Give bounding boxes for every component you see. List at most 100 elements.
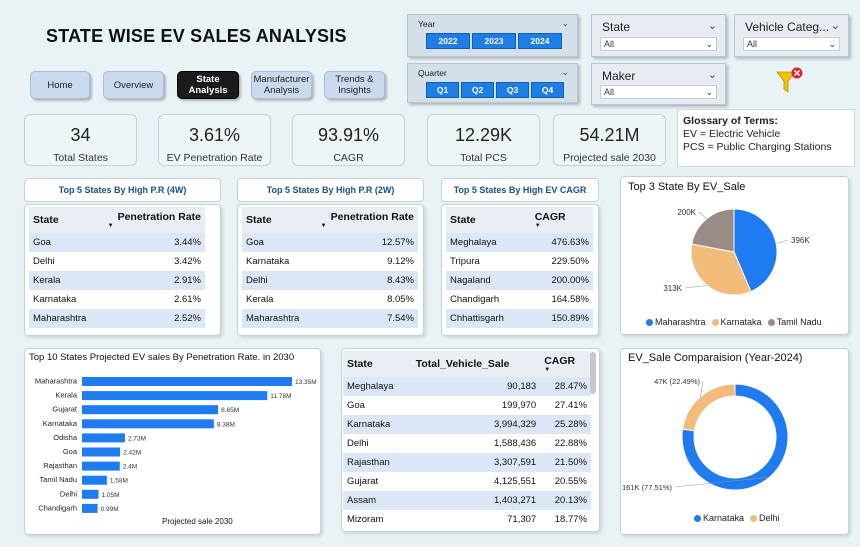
table-row[interactable]: Nagaland 200.00% (446, 271, 593, 290)
bar-kerala[interactable] (82, 391, 268, 401)
table-row[interactable]: Meghalaya 90,183 28.47% (343, 377, 591, 396)
bar-chandigarh[interactable] (82, 503, 98, 513)
table-header-sorted[interactable]: Penetration Rate ▼ (312, 207, 418, 233)
table-header[interactable]: State (343, 351, 412, 377)
chevron-down-icon[interactable]: ⌄ (708, 19, 717, 32)
year-option-2023[interactable]: 2023 (472, 33, 516, 49)
table-header-label: CAGR (534, 211, 566, 223)
nav-manufacturer-analysis-button[interactable]: Manufacturer Analysis (251, 71, 312, 99)
legend-item-maharashtra[interactable]: Maharashtra (646, 317, 706, 327)
table-scrollbar[interactable] (590, 352, 596, 394)
table-row[interactable]: Delhi 1,588,436 22.88% (343, 434, 591, 453)
year-option-2024[interactable]: 2024 (518, 33, 562, 49)
table-row[interactable]: Delhi 8.43% (242, 271, 418, 290)
donut-slice-delhi[interactable] (682, 383, 736, 432)
state-dropdown-field[interactable]: All ⌄ (600, 37, 717, 51)
table-row[interactable]: Assam 1,403,271 20.13% (343, 491, 591, 510)
bar-gujarat[interactable] (82, 405, 219, 415)
table-row[interactable]: Meghalaya 476.63% (446, 233, 593, 252)
state-dropdown[interactable]: State ⌄ All ⌄ (591, 14, 726, 57)
quarter-option-q4[interactable]: Q4 (531, 82, 564, 98)
nav-state-analysis-button[interactable]: State Analysis (177, 71, 239, 99)
top3-pie-chart[interactable]: 396K 313K 200K (620, 195, 849, 313)
table-header-sorted[interactable]: CAGR ▼ (540, 351, 591, 377)
chevron-down-icon[interactable]: ⌄ (561, 18, 569, 29)
table-row[interactable]: Chhattisgarh 150.89% (446, 309, 593, 328)
table-row[interactable]: Karnataka 9.12% (242, 252, 418, 271)
table-row[interactable]: Kerala 2.91% (29, 271, 205, 290)
state-dropdown-value: All (604, 39, 615, 49)
legend-item-tamil-nadu[interactable]: Tamil Nadu (767, 317, 822, 327)
sort-arrow-icon: ▼ (107, 223, 114, 229)
nav-overview-button[interactable]: Overview (103, 71, 164, 99)
table-row[interactable]: Tripura 229.50% (446, 252, 593, 271)
bar-category-label: Goa (63, 447, 78, 456)
page-title: STATE WISE EV SALES ANALYSIS (46, 26, 347, 46)
table-row[interactable]: Karnataka 3,994,329 25.28% (343, 415, 591, 434)
table-header-sorted[interactable]: CAGR ▼ (530, 207, 593, 233)
table-row[interactable]: Chandigarh 164.58% (446, 290, 593, 309)
table-header[interactable]: State (242, 207, 313, 233)
table-row[interactable]: Kerala 8.05% (242, 290, 418, 309)
bar-category-label: Odisha (53, 433, 78, 442)
table-header[interactable]: State (446, 207, 531, 233)
cell-state: Goa (242, 233, 313, 252)
pie-data-label: 313K (663, 284, 682, 293)
table-row[interactable]: Maharashtra 7.54% (242, 309, 418, 328)
table-row[interactable]: Goa 3.44% (29, 233, 205, 252)
legend-item-delhi[interactable]: Delhi (750, 513, 780, 523)
ev-sale-donut-chart[interactable]: 161K (77.51%) 47K (22.49%) (620, 366, 849, 506)
table-row[interactable]: Maharashtra 2.52% (29, 309, 205, 328)
year-option-2022[interactable]: 2022 (426, 33, 470, 49)
kpi-cagr: 93.91% CAGR (292, 114, 405, 166)
cell-value: 200.00% (530, 271, 593, 290)
bar-category-label: Rajasthan (43, 461, 77, 470)
nav-trends-insights-button[interactable]: Trends & Insights (324, 71, 385, 99)
cell-state: Rajasthan (343, 453, 412, 472)
nav-home-button[interactable]: Home (30, 71, 90, 99)
chevron-down-icon[interactable]: ⌄ (708, 68, 717, 81)
maker-dropdown-field[interactable]: All ⌄ (600, 85, 717, 99)
table-row[interactable]: Rajasthan 3,307,591 21.50% (343, 453, 591, 472)
kpi-ev-penetration-rate: 3.61% EV Penetration Rate (158, 114, 271, 166)
table-row[interactable]: Gujarat 4,125,551 20.55% (343, 472, 591, 491)
dashboard-page: STATE WISE EV SALES ANALYSIS Home Overvi… (0, 0, 860, 547)
table-row[interactable]: Mizoram 71,307 18.77% (343, 510, 591, 529)
bar-odisha[interactable] (82, 433, 125, 443)
table-row[interactable]: Karnataka 2.61% (29, 290, 205, 309)
bar-value-label: 11.78M (270, 393, 291, 400)
projected-bar-chart[interactable]: Maharashtra 13.35M Kerala 11.78M Gujarat 8.65… (24, 368, 321, 518)
kpi-value: 54.21M (579, 125, 640, 145)
glossary-line: EV = Electric Vehicle (683, 128, 781, 140)
table-row[interactable]: Goa 12.57% (242, 233, 418, 252)
bar-delhi[interactable] (82, 489, 99, 499)
table-header[interactable]: Total_Vehicle_Sale (411, 351, 541, 377)
table-row[interactable]: Goa 199,970 27.41% (343, 396, 591, 415)
quarter-option-q1[interactable]: Q1 (426, 82, 459, 98)
bar-category-label: Chandigarh (38, 503, 77, 512)
bar-karnataka[interactable] (82, 419, 214, 429)
chevron-down-icon[interactable]: ⌄ (831, 19, 840, 32)
bar-rajasthan[interactable] (82, 461, 120, 471)
bar-value-label: 2.73M (128, 435, 146, 442)
quarter-option-q3[interactable]: Q3 (496, 82, 529, 98)
legend-item-karnataka[interactable]: Karnataka (711, 317, 762, 327)
bar-category-label: Delhi (60, 489, 77, 498)
pie-slice-tamil-nadu[interactable] (691, 208, 735, 253)
bar-goa[interactable] (82, 447, 121, 457)
clear-filters-icon[interactable] (775, 66, 807, 96)
table-header[interactable]: State (29, 207, 100, 233)
cell-state: Chandigarh (450, 294, 500, 305)
vehicle-category-dropdown[interactable]: Vehicle Categ... ⌄ All ⌄ (734, 14, 849, 57)
table-row[interactable]: Delhi 3.42% (29, 252, 205, 271)
maker-dropdown[interactable]: Maker ⌄ All ⌄ (591, 63, 726, 105)
quarter-option-q2[interactable]: Q2 (461, 82, 494, 98)
table-header-sorted[interactable]: Penetration Rate ▼ (99, 207, 205, 233)
vehicle-category-dropdown-field[interactable]: All ⌄ (743, 37, 840, 51)
chevron-down-icon[interactable]: ⌄ (561, 67, 569, 78)
bar-tamil-nadu[interactable] (82, 475, 107, 485)
chart-title: EV_Sale Comparaision (Year-2024) (628, 352, 803, 364)
legend-item-karnataka[interactable]: Karnataka (694, 513, 744, 523)
bar-maharashtra[interactable] (82, 377, 292, 386)
sort-arrow-icon: ▼ (320, 223, 327, 229)
